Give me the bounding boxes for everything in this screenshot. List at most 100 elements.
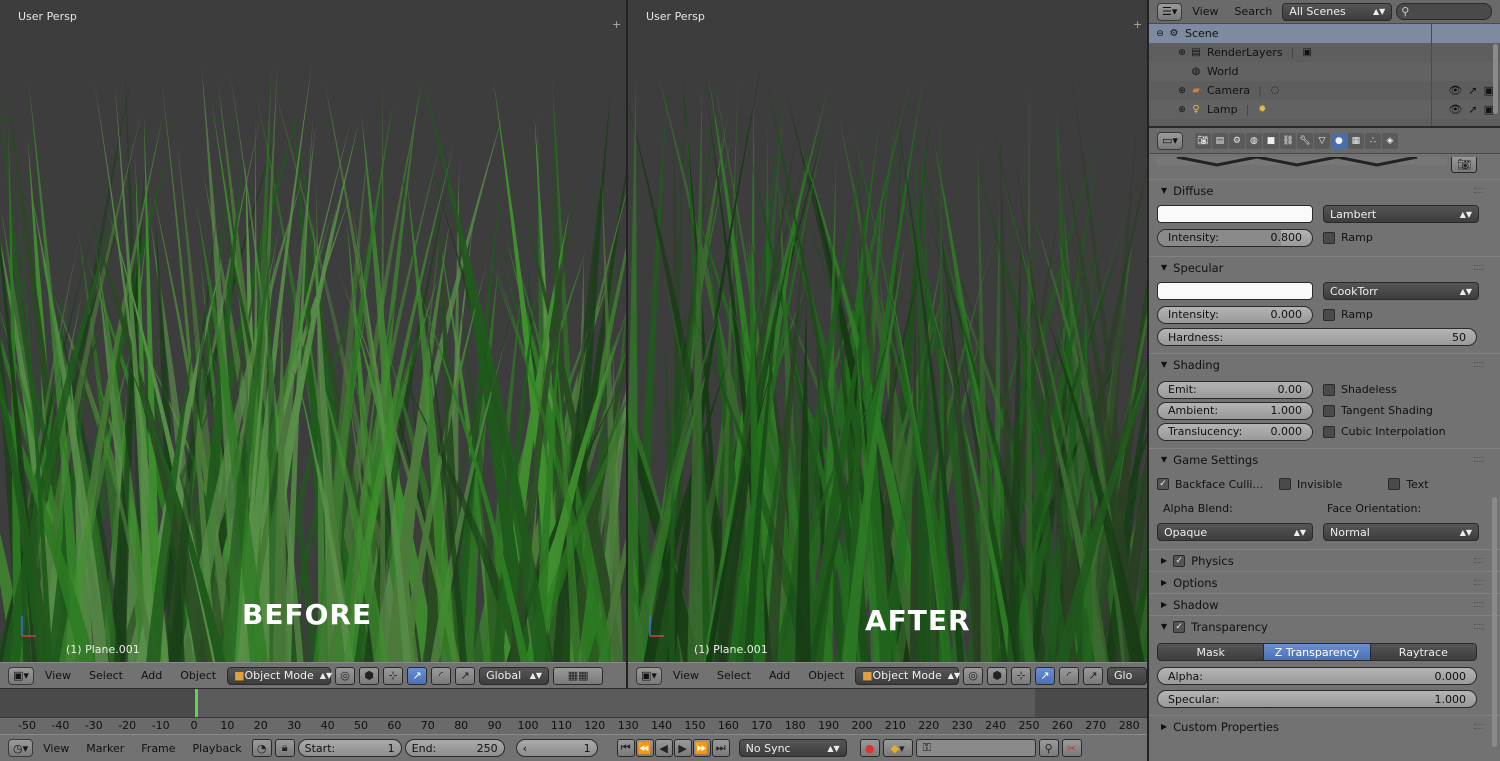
specular-ramp-checkbox[interactable]: Ramp	[1323, 308, 1373, 321]
diffuse-ramp-checkbox[interactable]: Ramp	[1323, 231, 1373, 244]
hardness-field[interactable]: Hardness: 50	[1157, 328, 1477, 346]
text-checkbox[interactable]: Text	[1388, 478, 1429, 491]
record-icon[interactable]: ●	[859, 739, 880, 757]
mode-select[interactable]: ■ Object Mode ▲▼	[227, 666, 332, 685]
menu-select[interactable]: Select	[710, 669, 758, 682]
menu-marker[interactable]: Marker	[79, 742, 131, 755]
visibility-eye-icon[interactable]: 👁︎	[1448, 103, 1462, 116]
select-cursor-icon[interactable]: ➚	[1468, 103, 1477, 116]
translucency-slider[interactable]: Translucency: 0.000	[1157, 422, 1313, 441]
tangent-shading-checkbox[interactable]: Tangent Shading	[1323, 404, 1433, 417]
invisible-checkbox[interactable]: Invisible	[1278, 478, 1342, 491]
shading-panel-header[interactable]: ▼ Shading	[1149, 353, 1500, 375]
play-icon[interactable]: ▶	[673, 739, 692, 757]
manipulator-toggle-icon[interactable]: ⊹	[383, 666, 404, 685]
viewport-shading-icon[interactable]: ◎	[963, 666, 984, 685]
texture-tab-icon[interactable]: ▦	[1347, 132, 1364, 149]
physics-enable-checkbox[interactable]: ✓	[1173, 554, 1186, 567]
expand-icon[interactable]: ⊕	[1177, 48, 1187, 58]
jump-keyframe-forward-icon[interactable]: ⏩	[692, 739, 711, 757]
editor-type-icon[interactable]: ☰▾	[1157, 2, 1183, 21]
physics-tab-icon[interactable]: ◈	[1381, 132, 1398, 149]
mode-select[interactable]: ■ Object Mode ▲▼	[855, 666, 960, 685]
play-reverse-icon[interactable]: ◀	[654, 739, 673, 757]
particles-tab-icon[interactable]: ∴	[1364, 132, 1381, 149]
viewport-right[interactable]: User Persp + (1) Plane.001 AFTER	[628, 0, 1147, 662]
scene-tab-icon[interactable]: ⚙	[1228, 132, 1245, 149]
menu-view[interactable]: View	[36, 742, 76, 755]
constraints-tab-icon[interactable]: ⛓	[1279, 132, 1296, 149]
select-cursor-icon[interactable]: ➚	[1468, 84, 1477, 97]
transparency-mode-mask[interactable]: Mask	[1158, 644, 1265, 660]
transform-orientation-select[interactable]: Glo	[1107, 666, 1147, 685]
menu-select[interactable]: Select	[82, 669, 130, 682]
game-settings-panel-header[interactable]: ▼ Game Settings	[1149, 448, 1500, 470]
visibility-eye-icon[interactable]: 👁︎	[1448, 84, 1462, 97]
transparency-mode-z[interactable]: Z Transparency	[1264, 644, 1371, 660]
physics-panel-header[interactable]: ▶ ✓ Physics	[1149, 549, 1500, 571]
diffuse-shader-select[interactable]: Lambert ▲▼	[1323, 205, 1479, 223]
outliner-search-input[interactable]: ⚲	[1396, 3, 1493, 20]
expand-icon[interactable]: ⊕	[1177, 86, 1187, 96]
menu-object[interactable]: Object	[801, 669, 851, 682]
render-tab-icon[interactable]: 📷︎	[1194, 132, 1211, 149]
insert-keyframe-icon[interactable]: ⚲	[1038, 739, 1059, 757]
preview-range-icon[interactable]: ◔	[251, 739, 272, 757]
collapse-icon[interactable]: ⊖	[1155, 29, 1165, 39]
menu-object[interactable]: Object	[173, 669, 223, 682]
editor-type-icon[interactable]: ◷▾	[8, 739, 34, 757]
outliner-scrollbar[interactable]	[1493, 44, 1498, 114]
preview-render-icon[interactable]: 📷︎	[1451, 157, 1477, 173]
keying-set-field[interactable]: ⚿	[915, 739, 1036, 757]
emit-field[interactable]: Emit: 0.00	[1157, 380, 1313, 399]
transform-orientation-select[interactable]: Global ▲▼	[479, 666, 550, 685]
menu-view[interactable]: View	[666, 669, 706, 682]
jump-end-icon[interactable]: ⏭	[711, 739, 730, 757]
specular-shader-select[interactable]: CookTorr ▲▼	[1323, 282, 1479, 300]
current-frame-field[interactable]: ‹ 1	[515, 739, 598, 757]
scale-manipulator-icon[interactable]: ↗	[455, 666, 476, 685]
custom-properties-panel-header[interactable]: ▶ Custom Properties	[1149, 715, 1500, 737]
menu-frame[interactable]: Frame	[134, 742, 182, 755]
viewport-split-icon[interactable]: +	[1133, 19, 1143, 30]
rotate-manipulator-icon[interactable]: ◜	[431, 666, 452, 685]
keying-set-icon[interactable]: ◆ ▾	[882, 739, 913, 757]
end-frame-field[interactable]: End: 250	[404, 739, 505, 757]
jump-keyframe-back-icon[interactable]: ⏪	[635, 739, 654, 757]
specular-intensity-slider[interactable]: Intensity: 0.000	[1157, 305, 1313, 324]
backface-culling-checkbox[interactable]: ✓ Backface Culli...	[1157, 478, 1263, 491]
face-orientation-select[interactable]: Normal ▲▼	[1323, 523, 1479, 541]
shadow-panel-header[interactable]: ▶ Shadow	[1149, 593, 1500, 615]
cubic-interpolation-checkbox[interactable]: Cubic Interpolation	[1323, 425, 1446, 438]
outliner-row-camera[interactable]: ⊕ ▰ Camera | ◌ 👁︎ ➚ ▣	[1149, 81, 1500, 100]
material-tab-icon[interactable]: ●	[1330, 132, 1347, 149]
properties-scrollbar[interactable]	[1492, 497, 1497, 747]
specular-panel-header[interactable]: ▼ Specular	[1149, 256, 1500, 278]
translate-manipulator-icon[interactable]: ↗	[407, 666, 428, 685]
lock-icon[interactable]: 🔒︎	[274, 739, 295, 757]
transparency-specular-slider[interactable]: Specular: 1.000	[1157, 690, 1477, 708]
jump-start-icon[interactable]: ⏮	[616, 739, 635, 757]
alpha-blend-select[interactable]: Opaque ▲▼	[1157, 523, 1313, 541]
pivot-point-icon[interactable]: ⬢	[359, 666, 380, 685]
transparency-panel-header[interactable]: ▼ ✓ Transparency	[1149, 615, 1500, 637]
diffuse-panel-header[interactable]: ▼ Diffuse	[1149, 179, 1500, 201]
viewport-left[interactable]: User Persp + (1) Plane.001 BEFORE	[0, 0, 626, 662]
outliner-row-scene[interactable]: ⊖ ⚙ Scene	[1149, 24, 1500, 43]
ambient-slider[interactable]: Ambient: 1.000	[1157, 401, 1313, 420]
object-data-tab-icon[interactable]: ▽	[1313, 132, 1330, 149]
delete-keyframe-icon[interactable]: ✂	[1061, 739, 1082, 757]
current-frame-indicator[interactable]	[195, 689, 198, 719]
options-panel-header[interactable]: ▶ Options	[1149, 571, 1500, 593]
alpha-slider[interactable]: Alpha: 0.000	[1157, 667, 1477, 685]
specular-color-swatch[interactable]	[1157, 282, 1313, 300]
menu-view[interactable]: View	[38, 669, 78, 682]
transparency-enable-checkbox[interactable]: ✓	[1173, 620, 1186, 633]
modifiers-tab-icon[interactable]: 🔧︎	[1296, 132, 1313, 149]
manipulator-toggle-icon[interactable]: ⊹	[1011, 666, 1032, 685]
outliner-row-renderlayers[interactable]: ⊕ ▤ RenderLayers | ▣	[1149, 43, 1500, 62]
translate-manipulator-icon[interactable]: ↗	[1035, 666, 1056, 685]
shadeless-checkbox[interactable]: Shadeless	[1323, 383, 1397, 396]
editor-type-icon[interactable]: ▭▾	[1157, 131, 1183, 150]
rotate-manipulator-icon[interactable]: ◜	[1059, 666, 1080, 685]
